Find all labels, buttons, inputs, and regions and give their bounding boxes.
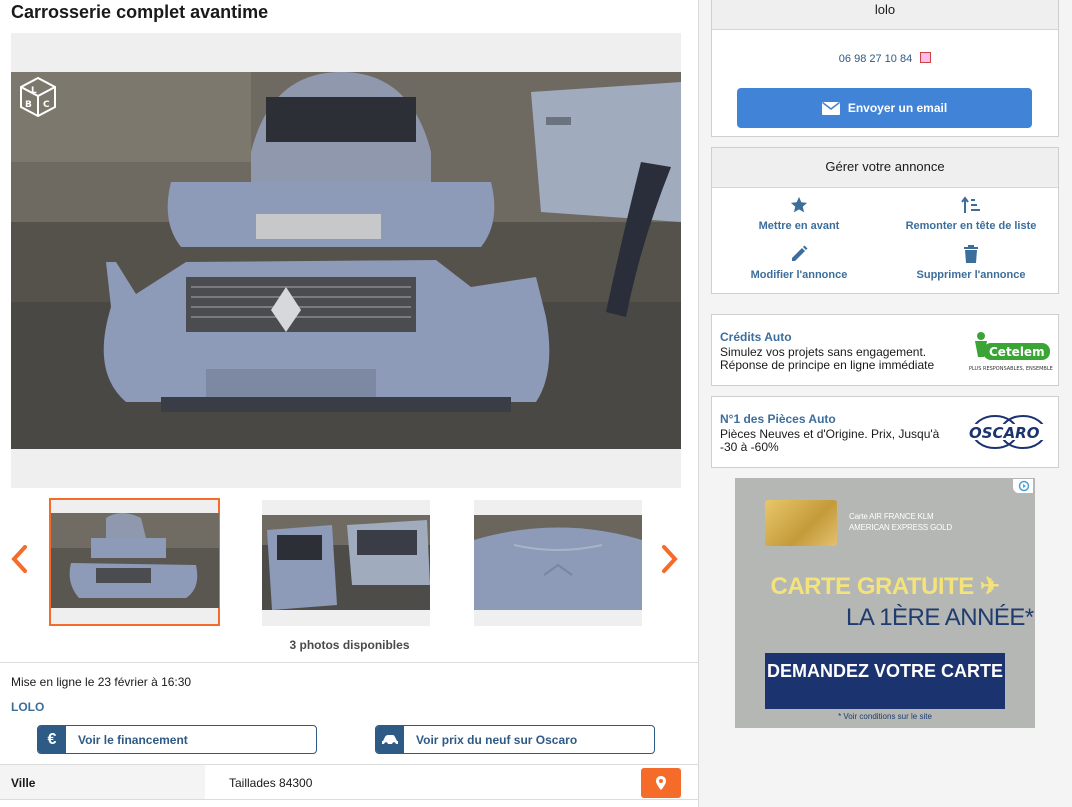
car-body-photo [11,72,681,449]
adchoices-icon[interactable] [1013,479,1033,493]
bump-ad-button[interactable]: Remonter en tête de liste [884,196,1058,232]
contact-card: lolo 06 98 27 10 84 Envoyer un email [711,0,1059,137]
oscaro-logo: OSCARO [967,415,1053,449]
main-photo[interactable]: L B C [11,72,681,449]
pencil-icon [792,245,808,261]
banner-card-line2: AMERICAN EXPRESS GOLD [849,523,952,532]
car-icon [376,726,404,753]
delete-ad-label: Supprimer l'annonce [916,269,1026,281]
divider [0,799,699,800]
edit-ad-button[interactable]: Modifier l'annonce [712,245,886,281]
send-email-label: Envoyer un email [847,101,948,115]
cetelem-logo: Cetelem PLUS RESPONSABLES, ENSEMBLE [969,332,1053,372]
main-photo-frame: L B C [11,33,681,488]
bump-ad-label: Remonter en tête de liste [905,220,1037,232]
seller-name-link[interactable]: LOLO [11,700,44,714]
contact-name: lolo [712,0,1058,30]
amex-banner-ad[interactable]: Carte AIR FRANCE KLM AMERICAN EXPRESS GO… [735,478,1035,728]
next-photo-arrow-icon[interactable] [660,543,680,575]
phone-number-text: 06 98 27 10 84 [838,53,913,65]
city-value: Taillades 84300 [229,776,313,790]
oscaro-price-button[interactable]: Voir prix du neuf sur Oscaro [375,725,655,754]
thumbnail-3-image [474,515,642,610]
map-location-button[interactable] [641,768,681,798]
posted-date: Mise en ligne le 23 février à 16:30 [11,675,192,689]
oscaro-brand: OSCARO [969,424,1040,442]
banner-cta-button[interactable]: DEMANDEZ VOTRE CARTE [765,653,1005,709]
feature-ad-label: Mettre en avant [758,220,840,232]
thumbnail-2-image [262,515,430,610]
photo-thumbnail-2[interactable] [262,500,430,626]
oscaro-button-label: Voir prix du neuf sur Oscaro [416,732,578,747]
envelope-icon [821,101,840,115]
banner-headline-1-text: CARTE GRATUITE [770,573,975,600]
financing-button[interactable]: € Voir le financement [37,725,317,754]
banner-card-name: Carte AIR FRANCE KLM AMERICAN EXPRESS GO… [849,511,952,533]
delete-ad-button[interactable]: Supprimer l'annonce [884,245,1058,281]
oscaro-promo[interactable]: N°1 des Pièces Auto Pièces Neuves et d'O… [711,396,1059,468]
credit-promo-title: Crédits Auto [720,330,792,344]
credit-promo[interactable]: Crédits Auto Simulez vos projets sans en… [711,314,1059,386]
divider [0,662,699,663]
feature-ad-button[interactable]: Mettre en avant [712,196,886,232]
cetelem-tagline: PLUS RESPONSABLES, ENSEMBLE [969,366,1053,372]
banner-conditions: * Voir conditions sur le site [838,712,932,721]
svg-text:C: C [43,100,50,110]
banner-headline-2: LA 1ÈRE ANNÉE* [846,604,1034,631]
edit-ad-label: Modifier l'annonce [750,269,848,281]
manage-ad-title: Gérer votre annonce [712,148,1058,188]
photo-thumbnail-3[interactable] [474,500,642,626]
phone-number[interactable]: 06 98 27 10 84 [712,52,1058,65]
banner-headline-1: CARTE GRATUITE ✈ [735,572,1035,601]
report-phone-icon[interactable] [920,52,932,63]
ad-title: Carrosserie complet avantime [11,2,269,22]
euro-icon: € [38,726,66,753]
credit-card-image [765,500,837,546]
airplane-icon: ✈ [979,573,1000,600]
photos-count: 3 photos disponibles [289,638,410,652]
leboncoin-watermark-icon: L B C [20,76,56,118]
cetelem-brand: Cetelem [989,345,1045,359]
oscaro-promo-title: N°1 des Pièces Auto [720,412,836,426]
photo-thumbnail-1[interactable] [49,498,220,626]
banner-card-line1: Carte AIR FRANCE KLM [849,512,934,521]
map-pin-icon [656,776,666,790]
star-icon [790,196,808,213]
trash-icon [964,245,978,263]
oscaro-promo-description: Pièces Neuves et d'Origine. Prix, Jusqu'… [720,427,940,454]
ad-main-column: Carrosserie complet avantime L B C 3 pho… [0,0,699,807]
financing-button-label: Voir le financement [78,732,188,747]
sort-ascending-icon [961,196,980,213]
city-label: Ville [0,765,205,799]
credit-promo-description: Simulez vos projets sans engagement. Rép… [720,345,935,372]
prev-photo-arrow-icon[interactable] [9,543,29,575]
thumbnail-1-image [51,513,219,608]
send-email-button[interactable]: Envoyer un email [737,88,1032,128]
svg-text:L: L [31,86,37,96]
svg-text:B: B [25,100,32,110]
manage-ad-card: Gérer votre annonce Mettre en avant Remo… [711,147,1059,294]
